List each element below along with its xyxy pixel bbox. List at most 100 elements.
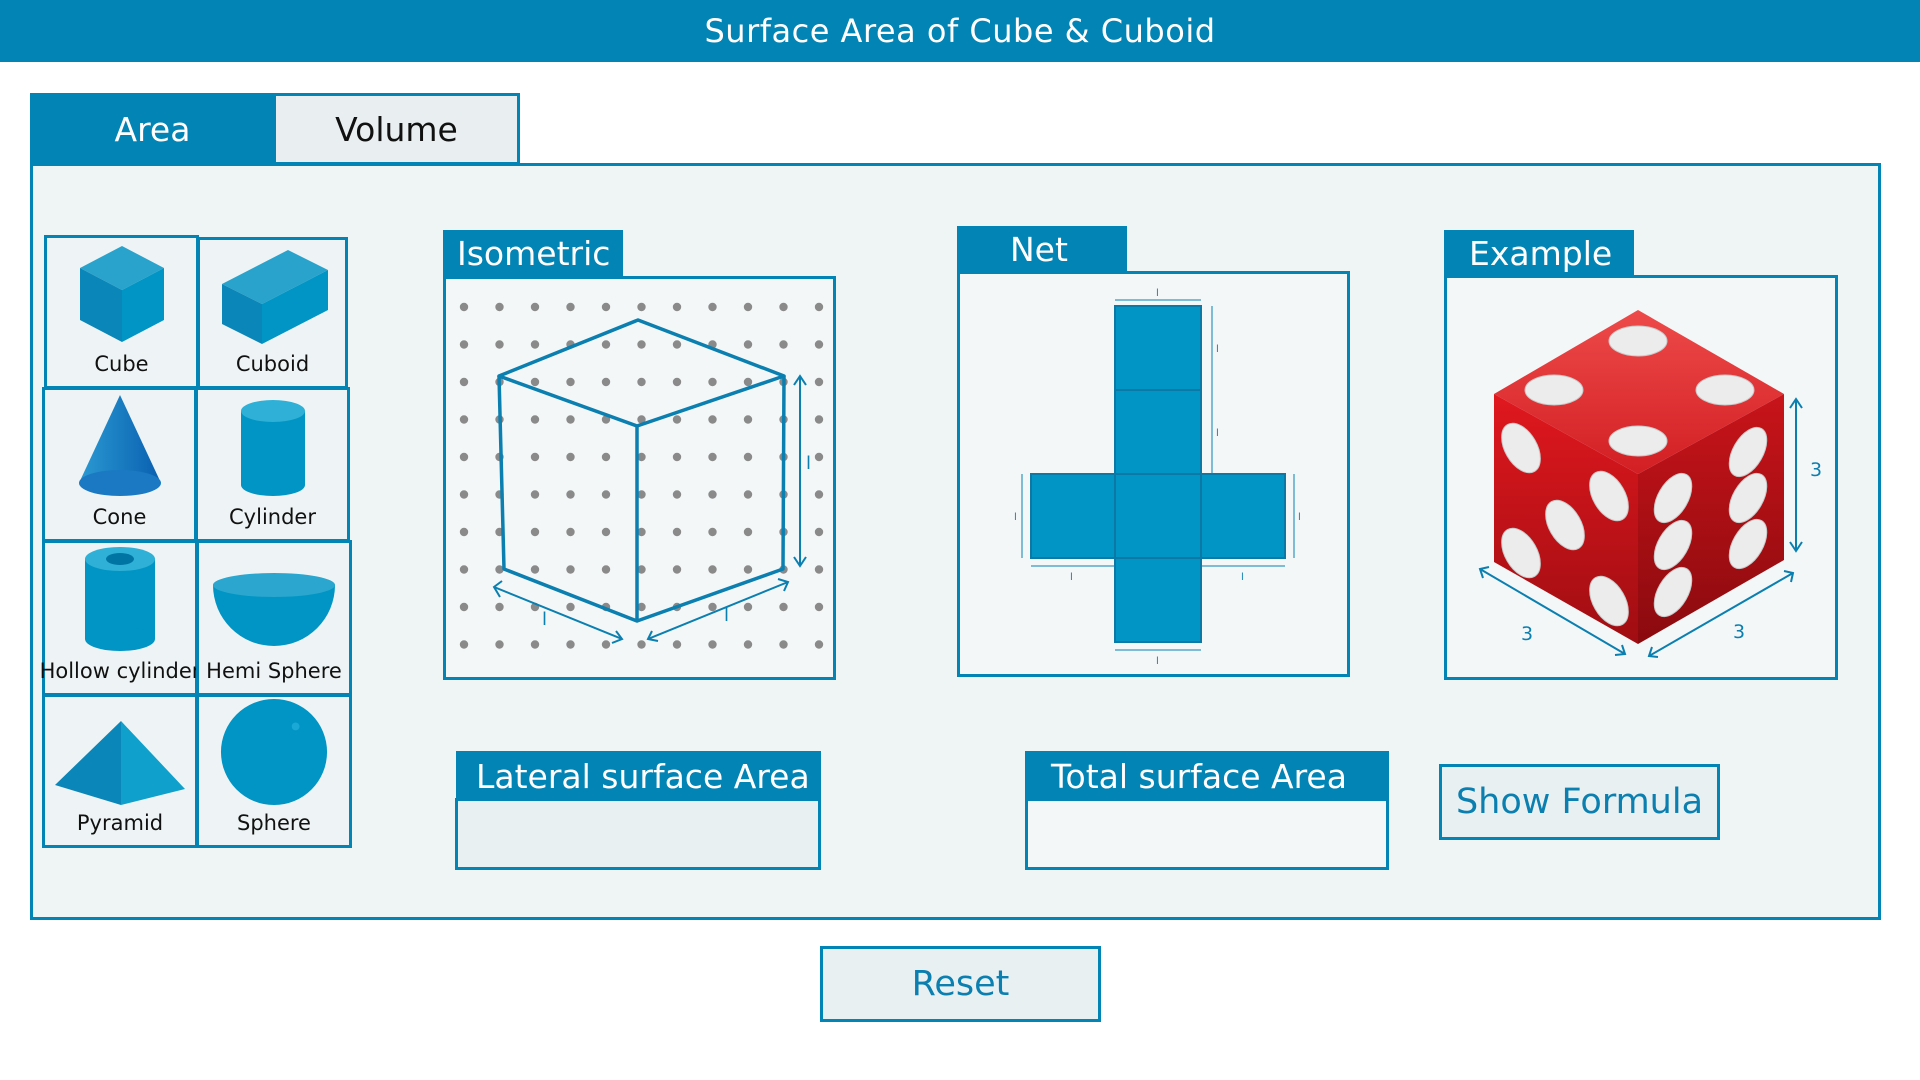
grid-dot — [637, 302, 646, 312]
net-face-left — [1030, 473, 1116, 559]
grid-dot — [708, 415, 717, 424]
grid-dot — [814, 490, 824, 499]
grid-dot — [530, 415, 540, 424]
dice-right-label: 3 — [1733, 621, 1745, 643]
net-edge-label: l — [1156, 288, 1159, 299]
grid-dot — [708, 602, 717, 612]
grid-dot — [743, 377, 753, 387]
grid-dot — [743, 415, 753, 424]
grid-dot — [530, 340, 540, 349]
tab-area[interactable]: Area — [30, 93, 275, 165]
grid-dot — [708, 490, 717, 499]
grid-dot — [459, 490, 469, 499]
grid-dot — [814, 602, 824, 612]
grid-dot — [779, 302, 788, 312]
grid-dot — [814, 527, 824, 537]
grid-dot — [601, 452, 611, 462]
dice-icon — [1494, 310, 1784, 644]
isometric-view: l l l — [443, 276, 836, 680]
grid-dot — [743, 640, 753, 649]
grid-dot — [530, 565, 540, 574]
cube-icon — [79, 246, 164, 342]
grid-dot — [530, 490, 540, 499]
grid-dot — [459, 640, 469, 649]
grid-dot — [459, 302, 469, 312]
example-view: 3 3 3 — [1444, 275, 1838, 680]
grid-dot — [743, 340, 753, 349]
grid-dot — [459, 452, 469, 462]
cube-right-face — [636, 375, 786, 623]
shape-cylinder[interactable]: Cylinder — [195, 387, 350, 542]
grid-dot — [459, 602, 469, 612]
shape-hemisphere[interactable]: Hemi Sphere — [196, 540, 352, 696]
grid-dot — [530, 527, 540, 537]
isometric-grid-diagram: l l l — [459, 302, 824, 649]
grid-dot — [814, 415, 824, 424]
grid-dot — [566, 452, 575, 462]
grid-dot — [566, 527, 575, 537]
lateral-surface-area-label: Lateral surface Area — [456, 751, 821, 801]
net-view: l l l l l l l l — [957, 271, 1350, 677]
grid-dot — [459, 415, 469, 424]
sphere-icon — [220, 698, 328, 806]
show-formula-button[interactable]: Show Formula — [1439, 764, 1720, 840]
grid-dot — [814, 340, 824, 349]
grid-dot — [459, 565, 469, 574]
page-title: Surface Area of Cube & Cuboid — [704, 12, 1216, 50]
shape-hollow-cylinder[interactable]: Hollow cylinder — [40, 540, 200, 696]
grid-dot — [530, 640, 540, 649]
grid-dot — [672, 452, 682, 462]
shape-cone[interactable]: Cone — [42, 387, 197, 542]
shape-pyramid[interactable]: Pyramid — [42, 694, 198, 848]
grid-dot — [672, 302, 682, 312]
cone-icon — [78, 395, 161, 496]
grid-dot — [530, 452, 540, 462]
shape-label: Cube — [94, 352, 149, 376]
grid-dot — [708, 565, 717, 574]
grid-dot — [459, 377, 469, 387]
net-face-top-2 — [1114, 389, 1202, 475]
net-edge-label: l — [1070, 572, 1073, 583]
grid-dot — [743, 490, 753, 499]
grid-dot — [672, 565, 682, 574]
shape-cube[interactable]: Cube — [44, 235, 199, 389]
grid-dot — [708, 452, 717, 462]
grid-dot — [672, 640, 682, 649]
grid-dot — [495, 640, 504, 649]
grid-dot — [601, 640, 611, 649]
height-label: l — [806, 453, 811, 474]
shape-cuboid[interactable]: Cuboid — [197, 237, 348, 389]
shape-label: Sphere — [237, 811, 311, 835]
shape-label: Cuboid — [235, 352, 310, 376]
grid-dot — [495, 602, 504, 612]
cylinder-icon — [240, 400, 305, 496]
shape-label: Cylinder — [229, 505, 316, 529]
dice-example-diagram: 3 3 3 — [1478, 310, 1822, 658]
grid-dot — [708, 302, 717, 312]
isometric-section-label: Isometric — [443, 230, 623, 277]
lateral-surface-area-field — [455, 798, 821, 870]
grid-dot — [708, 640, 717, 649]
net-edge-label: l — [1216, 428, 1219, 439]
net-face-top-1 — [1114, 305, 1202, 391]
grid-dot — [637, 640, 646, 649]
shape-label: Hemi Sphere — [206, 659, 342, 683]
tab-volume[interactable]: Volume — [273, 93, 520, 165]
net-edge-label: l — [1241, 572, 1244, 583]
net-edge-label: l — [1216, 344, 1219, 355]
pyramid-icon — [55, 721, 185, 805]
grid-dot — [743, 527, 753, 537]
grid-dot — [459, 340, 469, 349]
grid-dot — [814, 302, 824, 312]
cube-left-face — [497, 375, 639, 623]
shape-sphere[interactable]: Sphere — [196, 694, 352, 848]
reset-button[interactable]: Reset — [820, 946, 1101, 1022]
depth-label: l — [542, 609, 547, 630]
grid-dot — [566, 302, 575, 312]
grid-dot — [601, 340, 611, 349]
width-label: l — [724, 605, 729, 626]
grid-dot — [601, 490, 611, 499]
dice-height-label: 3 — [1810, 459, 1822, 481]
grid-dot — [743, 602, 753, 612]
example-section-label: Example — [1444, 230, 1634, 277]
